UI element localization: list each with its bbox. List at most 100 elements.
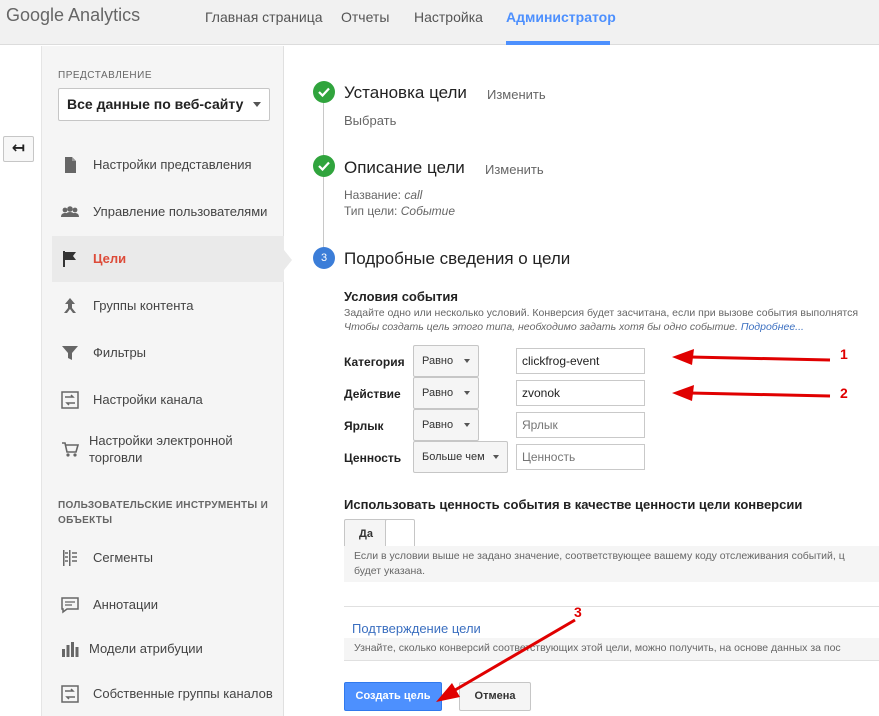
nav-reports[interactable]: Отчеты	[341, 9, 389, 25]
step2-name-label: Название:	[344, 188, 401, 202]
steps-connector	[323, 102, 324, 257]
action-operator-select[interactable]: Равно	[413, 377, 479, 409]
step2-edit-link[interactable]: Изменить	[485, 162, 544, 177]
segments-icon	[63, 550, 77, 566]
sidebar-item-view-settings[interactable]: Настройки представления	[52, 142, 284, 188]
sidebar-item-label: Аннотации	[93, 597, 158, 612]
step1-title: Установка цели	[344, 83, 467, 102]
back-button[interactable]: ↤	[3, 136, 34, 162]
conditions-hint-text: Чтобы создать цель этого типа, необходим…	[344, 321, 738, 333]
category-value-input[interactable]	[516, 348, 645, 374]
toggle-knob[interactable]	[385, 519, 415, 549]
view-select[interactable]: Все данные по веб-сайту	[58, 88, 270, 121]
sidebar-item-label: Фильтры	[93, 345, 147, 360]
annotations-icon	[61, 597, 79, 614]
value-value-input[interactable]	[516, 444, 645, 470]
use-value-note-line1: Если в условии выше не задано значение, …	[354, 550, 845, 562]
step2-name-value: call	[404, 188, 423, 202]
nav-home[interactable]: Главная страница	[205, 9, 323, 25]
divider	[344, 660, 879, 661]
step1-value: Выбрать	[344, 113, 397, 128]
view-select-value: Все данные по веб-сайту	[67, 96, 244, 112]
nav-customization[interactable]: Настройка	[414, 9, 483, 25]
sidebar-item-ecommerce[interactable]: Настройки электронной торговли	[52, 424, 284, 474]
sidebar-item-label: Цели	[93, 251, 127, 266]
category-operator-value: Равно	[422, 355, 454, 367]
annotation-number-3: 3	[574, 604, 582, 620]
annotation-arrow-1	[672, 349, 831, 365]
use-value-title: Использовать ценность события в качестве…	[344, 497, 803, 512]
create-goal-button[interactable]: Создать цель	[344, 682, 442, 711]
checkmark-icon	[318, 161, 330, 172]
use-value-toggle[interactable]: Да	[344, 519, 415, 549]
app-logo[interactable]: Google Analytics	[6, 5, 140, 26]
users-icon	[61, 206, 79, 217]
value-operator-value: Больше чем	[422, 451, 485, 463]
value-label: Ценность	[344, 451, 402, 465]
chevron-down-icon	[464, 359, 470, 363]
sidebar-item-label: Группы контента	[93, 298, 194, 313]
step2-name: Название: call	[344, 188, 422, 202]
action-value-input[interactable]	[516, 380, 645, 406]
document-icon	[65, 157, 76, 173]
chevron-down-icon	[253, 102, 261, 107]
verify-goal-link[interactable]: Подтверждение цели	[352, 621, 481, 636]
view-label: ПРЕДСТАВЛЕНИЕ	[58, 70, 153, 81]
sidebar-item-attribution[interactable]: Модели атрибуции	[52, 626, 284, 672]
sidebar-item-label: Собственные группы каналов	[93, 686, 273, 701]
sidebar-item-content-groups[interactable]: Группы контента	[52, 283, 284, 329]
sidebar-item-label: Настройки канала	[93, 392, 203, 407]
sidebar-item-user-management[interactable]: Управление пользователями	[52, 189, 284, 235]
step1-edit-link[interactable]: Изменить	[487, 87, 546, 102]
step1-check	[313, 81, 335, 103]
label-operator-value: Равно	[422, 419, 454, 431]
verify-goal-description: Узнайте, сколько конверсий соответствующ…	[344, 638, 879, 660]
value-operator-select[interactable]: Больше чем	[413, 441, 508, 473]
annotation-number-1: 1	[840, 346, 848, 362]
sidebar-item-label: Управление пользователями	[93, 204, 268, 219]
top-bar: Google Analytics Главная страница Отчеты…	[0, 0, 879, 45]
sidebar-item-segments[interactable]: Сегменты	[52, 535, 284, 581]
tools-section-label: ПОЛЬЗОВАТЕЛЬСКИЕ ИНСТРУМЕНТЫ И ОБЪЕКТЫ	[58, 500, 269, 526]
step2-type-label: Тип цели:	[344, 204, 398, 218]
sidebar-item-custom-channel-groups[interactable]: Собственные группы каналов	[52, 671, 284, 716]
conditions-description: Задайте одно или несколько условий. Конв…	[344, 307, 859, 319]
nav-admin[interactable]: Администратор	[506, 9, 616, 25]
action-operator-value: Равно	[422, 387, 454, 399]
sidebar-item-filters[interactable]: Фильтры	[52, 330, 284, 376]
nav-active-indicator	[506, 41, 610, 45]
step2-check	[313, 155, 335, 177]
sidebar-item-channel-settings[interactable]: Настройки канала	[52, 377, 284, 423]
conditions-hint: Чтобы создать цель этого типа, необходим…	[344, 321, 804, 333]
chevron-down-icon	[464, 391, 470, 395]
use-value-note: Если в условии выше не задано значение, …	[344, 546, 879, 582]
chevron-down-icon	[464, 423, 470, 427]
annotation-number-2: 2	[840, 385, 848, 401]
sidebar-item-annotations[interactable]: Аннотации	[52, 582, 284, 628]
cancel-button[interactable]: Отмена	[459, 682, 531, 711]
back-arrow-icon: ↤	[11, 140, 26, 157]
sidebar-item-label: Модели атрибуции	[89, 641, 203, 656]
category-operator-select[interactable]: Равно	[413, 345, 479, 377]
conditions-title: Условия события	[344, 289, 458, 304]
sidebar-item-label: Сегменты	[93, 550, 154, 565]
sidebar-item-goals[interactable]: Цели	[52, 236, 284, 282]
channel-groups-icon	[61, 685, 79, 703]
label-label: Ярлык	[344, 419, 384, 433]
label-value-input[interactable]	[516, 412, 645, 438]
use-value-note-line2: будет указана.	[354, 565, 426, 577]
divider	[344, 606, 879, 607]
cart-icon	[62, 442, 80, 457]
step2-type: Тип цели: Событие	[344, 204, 455, 218]
flag-icon	[63, 251, 76, 267]
label-operator-select[interactable]: Равно	[413, 409, 479, 441]
content-groups-icon	[64, 298, 76, 313]
annotation-arrow-2	[672, 385, 831, 401]
channel-settings-icon	[61, 391, 79, 409]
left-rail: ↤	[0, 46, 42, 716]
filter-icon	[62, 346, 78, 360]
category-label: Категория	[344, 355, 405, 369]
sidebar-item-label: Настройки представления	[93, 157, 252, 172]
more-link[interactable]: Подробнее...	[741, 321, 804, 333]
step3-number: 3	[313, 247, 335, 269]
